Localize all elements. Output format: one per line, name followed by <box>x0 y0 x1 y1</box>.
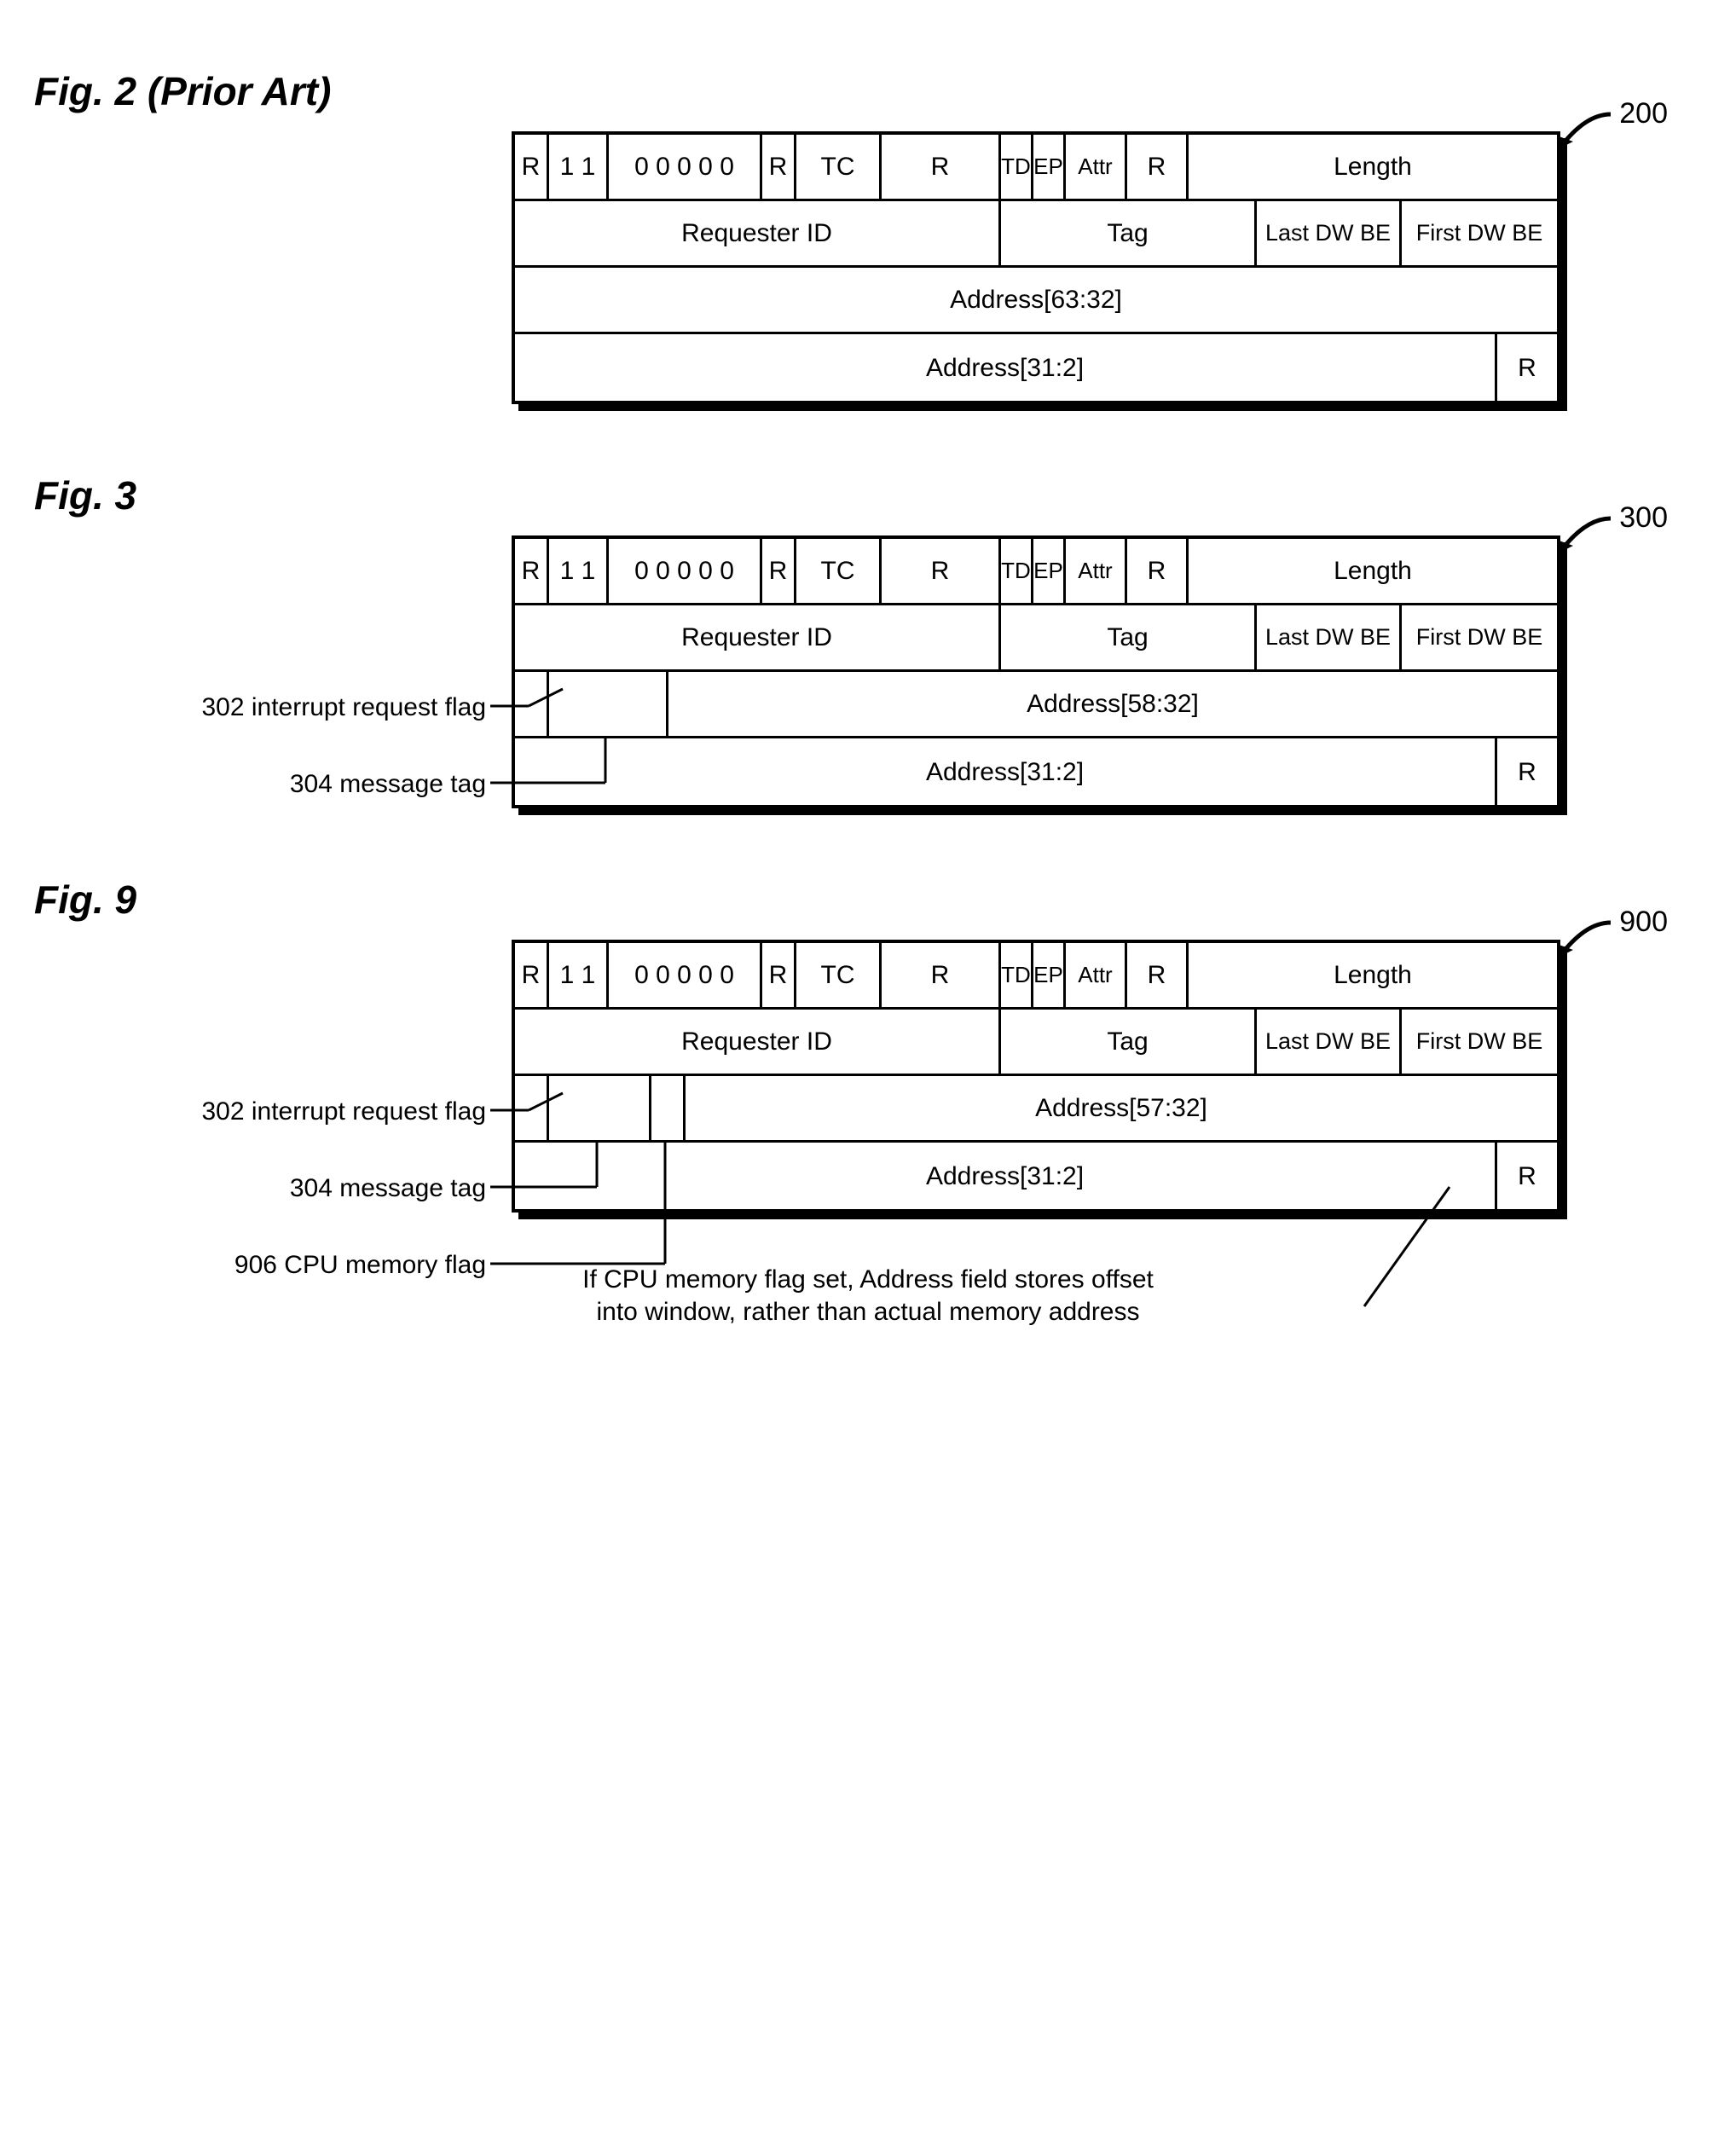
field-attr: Attr <box>1066 943 1127 1007</box>
fig2-refnum: 200 <box>1619 97 1668 130</box>
field-r: R <box>1497 334 1557 401</box>
field-length: Length <box>1189 539 1557 603</box>
field-first-dw-be: First DW BE <box>1402 605 1557 669</box>
field-last-dw-be: Last DW BE <box>1257 1010 1402 1074</box>
field-r: R <box>515 943 549 1007</box>
field-length: Length <box>1189 135 1557 199</box>
field-length: Length <box>1189 943 1557 1007</box>
field-fmt: 1 1 <box>549 943 609 1007</box>
field-r: R <box>762 539 796 603</box>
field-ep: EP <box>1033 943 1066 1007</box>
callout-906: 906 CPU memory flag <box>234 1251 486 1280</box>
field-fmt: 1 1 <box>549 539 609 603</box>
fig3-packet: R 1 1 0 0 0 0 0 R TC R TD EP Attr R Leng… <box>512 535 1560 808</box>
fig9-packet: R 1 1 0 0 0 0 0 R TC R TD EP Attr R Leng… <box>512 940 1560 1213</box>
field-tag: Tag <box>1001 605 1257 669</box>
field-ep: EP <box>1033 135 1066 199</box>
fig9-refnum: 900 <box>1619 906 1668 939</box>
field-r: R <box>1497 1143 1557 1209</box>
field-address-58-32: Address[58:32] <box>668 672 1557 736</box>
field-tag: Tag <box>1001 1010 1257 1074</box>
field-address-57-32: Address[57:32] <box>686 1076 1557 1140</box>
field-last-dw-be: Last DW BE <box>1257 605 1402 669</box>
addr-hi-row: Address[58:32] <box>515 672 1557 738</box>
header-row-1: R 1 1 0 0 0 0 0 R TC R TD EP Attr R Leng… <box>515 539 1557 605</box>
field-tag: Tag <box>1001 201 1257 265</box>
fig2-refnum-text: 200 <box>1619 97 1668 130</box>
field-requester-id: Requester ID <box>515 1010 1001 1074</box>
field-r: R <box>882 135 1001 199</box>
field-ep: EP <box>1033 539 1066 603</box>
field-td: TD <box>1001 539 1033 603</box>
footnote-line-2: into window, rather than actual memory a… <box>597 1298 1140 1326</box>
field-r: R <box>1127 135 1189 199</box>
header-row-2: Requester ID Tag Last DW BE First DW BE <box>515 201 1557 268</box>
callout-304: 304 message tag <box>290 1174 486 1203</box>
fig3-refnum-text: 300 <box>1619 501 1668 534</box>
field-address-31-2: Address[31:2] <box>515 334 1497 401</box>
field-type: 0 0 0 0 0 <box>609 943 762 1007</box>
addr-lo-row: Address[31:2] R <box>515 334 1557 401</box>
footnote-line-1: If CPU memory flag set, Address field st… <box>582 1265 1154 1294</box>
field-r: R <box>882 539 1001 603</box>
callout-304: 304 message tag <box>290 770 486 799</box>
field-td: TD <box>1001 943 1033 1007</box>
field-tc: TC <box>796 135 882 199</box>
fig3-title: Fig. 3 <box>34 472 1702 518</box>
field-906-cpu-memory-flag <box>651 1076 686 1140</box>
field-first-dw-be: First DW BE <box>1402 201 1557 265</box>
field-last-dw-be: Last DW BE <box>1257 201 1402 265</box>
fig3-block: 300 R 1 1 0 0 0 0 0 R TC R TD EP Attr R … <box>34 535 1702 808</box>
fig2-title: Fig. 2 (Prior Art) <box>34 68 1702 114</box>
field-type: 0 0 0 0 0 <box>609 135 762 199</box>
field-r: R <box>515 539 549 603</box>
fig9-title: Fig. 9 <box>34 877 1702 923</box>
field-first-dw-be: First DW BE <box>1402 1010 1557 1074</box>
field-address-63-32: Address[63:32] <box>515 268 1557 332</box>
field-302-interrupt-request-flag <box>515 672 549 736</box>
fig9-block: 900 R 1 1 0 0 0 0 0 R TC R TD EP Attr R … <box>34 940 1702 1328</box>
field-requester-id: Requester ID <box>515 201 1001 265</box>
field-td: TD <box>1001 135 1033 199</box>
field-r: R <box>762 135 796 199</box>
field-type: 0 0 0 0 0 <box>609 539 762 603</box>
field-r: R <box>515 135 549 199</box>
addr-hi-row: Address[57:32] <box>515 1076 1557 1143</box>
callout-302: 302 interrupt request flag <box>201 1097 486 1126</box>
fig9-refnum-text: 900 <box>1619 906 1668 938</box>
field-tc: TC <box>796 943 882 1007</box>
header-row-2: Requester ID Tag Last DW BE First DW BE <box>515 1010 1557 1076</box>
header-row-1: R 1 1 0 0 0 0 0 R TC R TD EP Attr R Leng… <box>515 135 1557 201</box>
field-attr: Attr <box>1066 539 1127 603</box>
field-requester-id: Requester ID <box>515 605 1001 669</box>
field-304-message-tag <box>549 672 668 736</box>
field-302-interrupt-request-flag <box>515 1076 549 1140</box>
field-r: R <box>1127 539 1189 603</box>
field-304-message-tag <box>549 1076 651 1140</box>
fig2-packet: R 1 1 0 0 0 0 0 R TC R TD EP Attr R Leng… <box>512 131 1560 404</box>
field-attr: Attr <box>1066 135 1127 199</box>
addr-lo-row: Address[31:2] R <box>515 738 1557 805</box>
field-r: R <box>1497 738 1557 805</box>
field-tc: TC <box>796 539 882 603</box>
header-row-2: Requester ID Tag Last DW BE First DW BE <box>515 605 1557 672</box>
fig3-refnum: 300 <box>1619 501 1668 535</box>
field-fmt: 1 1 <box>549 135 609 199</box>
field-address-31-2: Address[31:2] <box>515 738 1497 805</box>
header-row-1: R 1 1 0 0 0 0 0 R TC R TD EP Attr R Leng… <box>515 943 1557 1010</box>
field-address-31-2: Address[31:2] <box>515 1143 1497 1209</box>
field-r: R <box>1127 943 1189 1007</box>
field-r: R <box>762 943 796 1007</box>
addr-hi-row: Address[63:32] <box>515 268 1557 334</box>
addr-lo-row: Address[31:2] R <box>515 1143 1557 1209</box>
fig2-block: 200 R 1 1 0 0 0 0 0 R TC R TD EP Attr R … <box>34 131 1702 404</box>
callout-302: 302 interrupt request flag <box>201 693 486 722</box>
field-r: R <box>882 943 1001 1007</box>
